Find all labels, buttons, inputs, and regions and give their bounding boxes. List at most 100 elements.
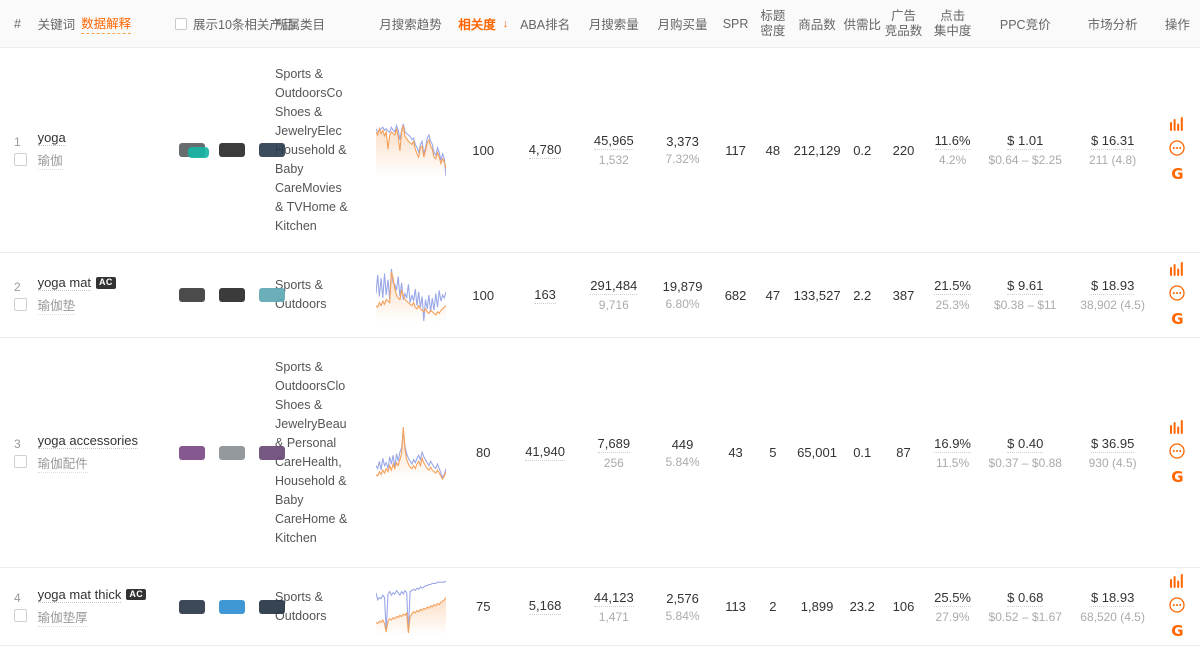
- header-market-analysis[interactable]: 市场分析: [1070, 0, 1154, 48]
- ppc-bid-value[interactable]: $ 9.61: [1007, 278, 1043, 295]
- search-volume-value[interactable]: 44,123: [594, 590, 634, 607]
- bar-chart-icon[interactable]: [1170, 420, 1185, 434]
- product-thumbnail[interactable]: [175, 438, 213, 468]
- product-thumbnail[interactable]: [215, 592, 253, 622]
- table-row[interactable]: 1yoga瑜伽Sports & OutdoorsCo Shoes & Jewel…: [0, 48, 1200, 253]
- search-volume-cell[interactable]: 44,1231,471: [579, 568, 648, 645]
- product-thumbnail[interactable]: [175, 280, 213, 310]
- click-concentration-cell[interactable]: 25.5%27.9%: [925, 568, 980, 645]
- search-trend-sparkline[interactable]: [365, 568, 455, 645]
- market-analysis-cell[interactable]: $ 16.31211 (4.8): [1070, 48, 1154, 252]
- product-thumbnail[interactable]: [175, 592, 213, 622]
- bar-chart-icon[interactable]: [1170, 574, 1185, 588]
- ppc-bid-cell[interactable]: $ 1.01$0.64 – $2.25: [980, 48, 1070, 252]
- search-trend-sparkline[interactable]: [365, 48, 455, 252]
- header-search-volume[interactable]: 月搜索量: [579, 0, 648, 48]
- ppc-bid-cell[interactable]: $ 9.61$0.38 – $11: [980, 253, 1070, 337]
- google-icon[interactable]: G: [1171, 310, 1183, 328]
- keyword-en[interactable]: yoga mat thick: [38, 587, 122, 603]
- header-relevance[interactable]: 相关度 ↓: [456, 0, 511, 48]
- header-trend[interactable]: 月搜索趋势: [365, 0, 455, 48]
- click-concentration-cell[interactable]: 21.5%25.3%: [925, 253, 980, 337]
- search-volume-value[interactable]: 291,484: [590, 278, 637, 295]
- table-row[interactable]: 2yoga matAC瑜伽垫Sports & Outdoors100163291…: [0, 253, 1200, 338]
- table-row[interactable]: 4yoga mat thickAC瑜伽垫厚Sports & Outdoors75…: [0, 568, 1200, 646]
- more-circle-icon[interactable]: [1169, 140, 1185, 156]
- aba-rank-cell[interactable]: 163: [511, 253, 580, 337]
- header-show-related[interactable]: 展示10条相关产品: [175, 0, 275, 48]
- header-ppc-bid[interactable]: PPC竞价: [980, 0, 1070, 48]
- table-row[interactable]: 3yoga accessories瑜伽配件Sports & OutdoorsCl…: [0, 338, 1200, 568]
- market-analysis-cell[interactable]: $ 36.95930 (4.5): [1070, 338, 1154, 567]
- row-select-checkbox[interactable]: [14, 609, 27, 622]
- header-spr[interactable]: SPR: [717, 0, 754, 48]
- product-thumbnail[interactable]: [215, 280, 253, 310]
- click-concentration-value[interactable]: 25.5%: [934, 590, 971, 607]
- search-volume-cell[interactable]: 291,4849,716: [579, 253, 648, 337]
- aba-rank-value[interactable]: 5,168: [529, 598, 562, 615]
- product-thumbnails[interactable]: [175, 338, 275, 567]
- data-explanation-link[interactable]: 数据解释: [81, 13, 131, 34]
- product-thumbnail[interactable]: [175, 135, 213, 165]
- ppc-bid-cell[interactable]: $ 0.68$0.52 – $1.67: [980, 568, 1070, 645]
- market-price-value[interactable]: $ 36.95: [1091, 436, 1134, 453]
- ppc-bid-value[interactable]: $ 0.40: [1007, 436, 1043, 453]
- click-concentration-value[interactable]: 11.6%: [935, 133, 971, 150]
- aba-rank-value[interactable]: 163: [534, 287, 556, 304]
- search-trend-sparkline[interactable]: [365, 253, 455, 337]
- click-concentration-value[interactable]: 21.5%: [934, 278, 971, 295]
- market-analysis-cell[interactable]: $ 18.9368,520 (4.5): [1070, 568, 1154, 645]
- row-select-checkbox[interactable]: [14, 298, 27, 311]
- ppc-bid-cell[interactable]: $ 0.40$0.37 – $0.88: [980, 338, 1070, 567]
- market-analysis-cell[interactable]: $ 18.9338,902 (4.5): [1070, 253, 1154, 337]
- more-circle-icon[interactable]: [1169, 597, 1185, 613]
- search-volume-cell[interactable]: 7,689256: [579, 338, 648, 567]
- header-ad-competitors[interactable]: 广告 竞品数: [882, 0, 925, 48]
- keyword-en[interactable]: yoga accessories: [38, 433, 138, 449]
- google-icon[interactable]: G: [1171, 468, 1183, 486]
- bar-chart-icon[interactable]: [1170, 117, 1185, 131]
- aba-rank-cell[interactable]: 5,168: [511, 568, 580, 645]
- product-thumbnail[interactable]: [255, 280, 293, 310]
- product-thumbnails[interactable]: [175, 48, 275, 252]
- market-price-value[interactable]: $ 16.31: [1091, 133, 1134, 150]
- click-concentration-cell[interactable]: 16.9%11.5%: [925, 338, 980, 567]
- header-goods-count[interactable]: 商品数: [792, 0, 843, 48]
- click-concentration-value[interactable]: 16.9%: [934, 436, 971, 453]
- search-volume-value[interactable]: 45,965: [594, 133, 634, 150]
- header-supply-demand[interactable]: 供需比: [843, 0, 882, 48]
- header-category[interactable]: 所属类目: [275, 0, 365, 48]
- search-volume-value[interactable]: 7,689: [598, 436, 631, 453]
- keyword-en[interactable]: yoga: [38, 130, 66, 146]
- bar-chart-icon[interactable]: [1170, 262, 1185, 276]
- search-trend-sparkline[interactable]: [365, 338, 455, 567]
- show-related-checkbox[interactable]: [175, 18, 187, 30]
- google-icon[interactable]: G: [1171, 622, 1183, 640]
- search-volume-cell[interactable]: 45,9651,532: [579, 48, 648, 252]
- product-thumbnail[interactable]: [255, 592, 293, 622]
- click-concentration-cell[interactable]: 11.6%4.2%: [925, 48, 980, 252]
- more-circle-icon[interactable]: [1169, 443, 1185, 459]
- ppc-bid-value[interactable]: $ 0.68: [1007, 590, 1043, 607]
- header-aba-rank[interactable]: ABA排名: [511, 0, 580, 48]
- header-click-concentration[interactable]: 点击 集中度: [925, 0, 980, 48]
- header-title-density[interactable]: 标题 密度: [754, 0, 791, 48]
- google-icon[interactable]: G: [1171, 165, 1183, 183]
- aba-rank-value[interactable]: 41,940: [525, 444, 565, 461]
- ppc-bid-value[interactable]: $ 1.01: [1007, 133, 1043, 150]
- aba-rank-cell[interactable]: 4,780: [511, 48, 580, 252]
- aba-rank-cell[interactable]: 41,940: [511, 338, 580, 567]
- product-thumbnail[interactable]: [255, 438, 293, 468]
- aba-rank-value[interactable]: 4,780: [529, 142, 562, 159]
- product-thumbnail[interactable]: [215, 135, 253, 165]
- product-thumbnails[interactable]: [175, 568, 275, 645]
- product-thumbnail[interactable]: [255, 135, 293, 165]
- product-thumbnail[interactable]: [215, 438, 253, 468]
- product-thumbnails[interactable]: [175, 253, 275, 337]
- more-circle-icon[interactable]: [1169, 285, 1185, 301]
- market-price-value[interactable]: $ 18.93: [1091, 278, 1134, 295]
- keyword-en[interactable]: yoga mat: [38, 275, 91, 291]
- row-select-checkbox[interactable]: [14, 455, 27, 468]
- row-select-checkbox[interactable]: [14, 153, 27, 166]
- market-price-value[interactable]: $ 18.93: [1091, 590, 1134, 607]
